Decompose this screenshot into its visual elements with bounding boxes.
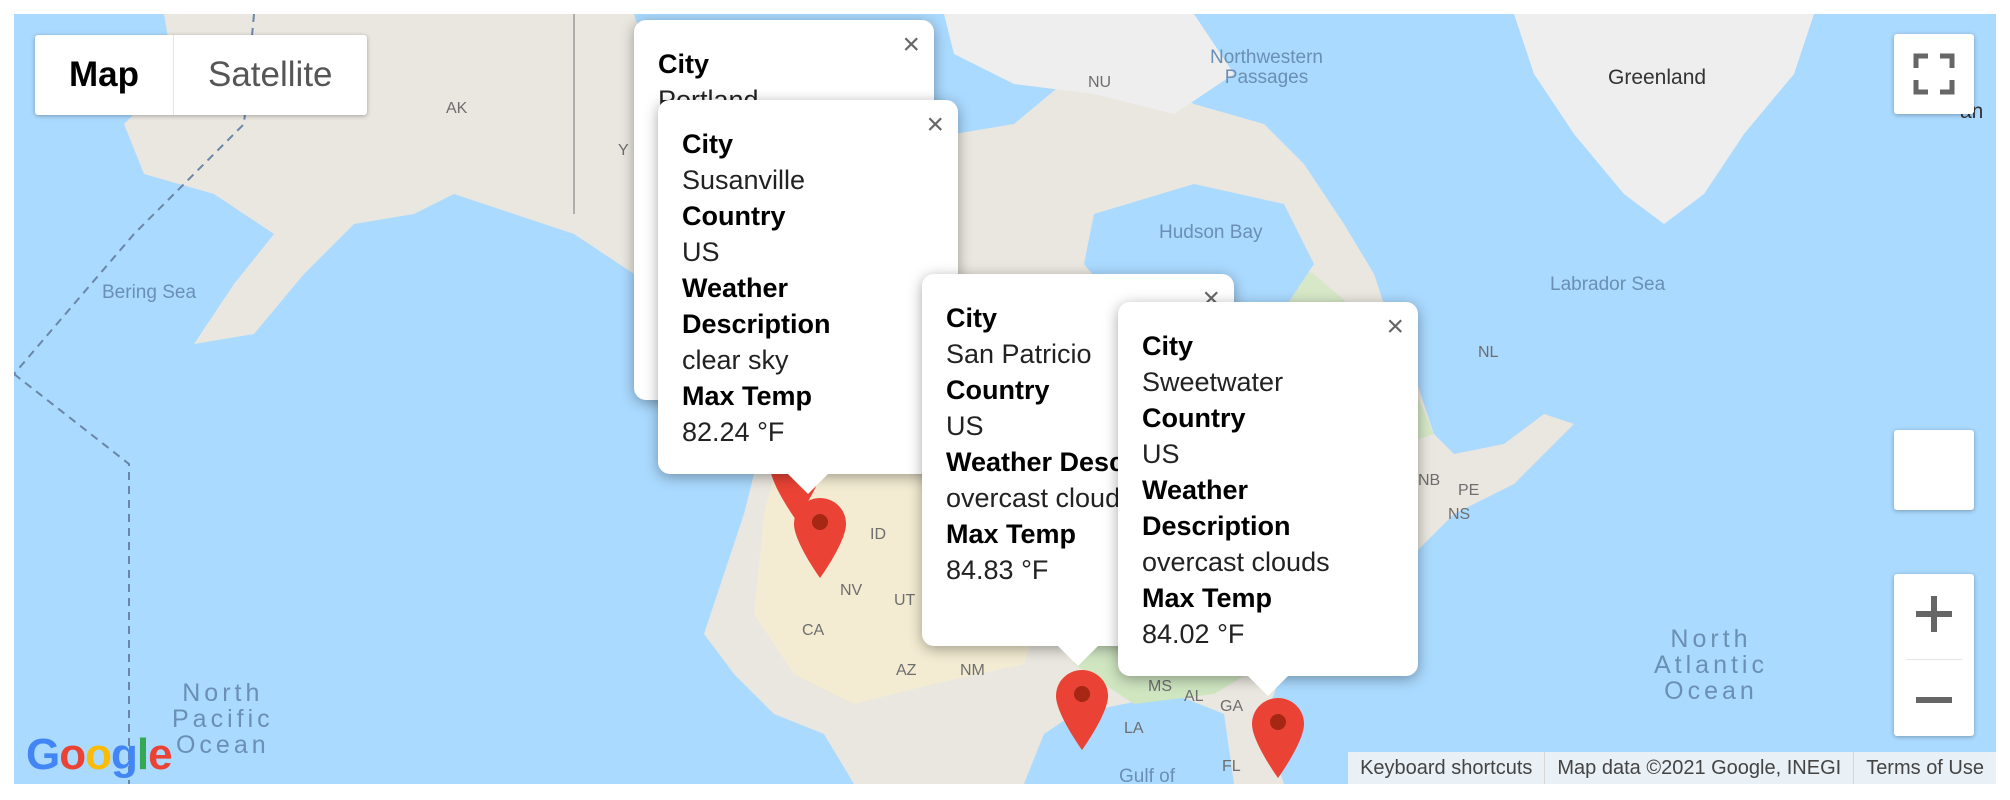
iw-desc: overcast clouds (1142, 547, 1330, 577)
label-nb: NB (1418, 472, 1441, 489)
label-yt: Y (618, 142, 629, 159)
label-bering-sea: Bering Sea (102, 282, 197, 303)
map-data-attribution: Map data ©2021 Google, INEGI (1544, 752, 1853, 784)
street-view-button[interactable] (1894, 430, 1974, 510)
iw-tail (788, 474, 828, 494)
keyboard-shortcuts-link[interactable]: Keyboard shortcuts (1348, 752, 1544, 784)
close-icon[interactable]: × (902, 30, 920, 60)
label-id: ID (870, 526, 886, 543)
iw-desc-label: Weather Description (682, 273, 831, 339)
iw-desc: clear sky (682, 345, 789, 375)
fullscreen-icon (1913, 53, 1955, 95)
iw-country: US (682, 237, 720, 267)
label-northwestern-passages: Northwestern Passages (1210, 47, 1323, 88)
iw-city: Susanville (682, 165, 806, 195)
label-fl: FL (1222, 758, 1241, 775)
label-ak: AK (446, 100, 468, 117)
iw-desc-label: Weather Description (1142, 475, 1291, 541)
zoom-control (1894, 574, 1974, 736)
label-nm: NM (960, 662, 985, 679)
iw-temp: 84.02 °F (1142, 619, 1245, 649)
iw-temp-label: Max Temp (682, 381, 813, 411)
infowindow-sweetwater: × City Sweetwater Country US Weather Des… (1118, 302, 1418, 696)
greenland-land (1514, 14, 1814, 224)
iw-city-label: City (1142, 331, 1194, 361)
fullscreen-button[interactable] (1894, 34, 1974, 114)
iw-country-label: Country (682, 201, 786, 231)
iw-country: US (1142, 439, 1180, 469)
marker-sweetwater-icon[interactable] (1252, 698, 1304, 778)
iw-tail (1248, 676, 1288, 696)
label-nu: NU (1088, 74, 1112, 91)
close-icon[interactable]: × (926, 110, 944, 140)
iw-temp: 82.24 °F (682, 417, 785, 447)
iw-temp-label: Max Temp (1142, 583, 1273, 613)
iw-city: Sweetwater (1142, 367, 1284, 397)
label-la: LA (1124, 720, 1144, 737)
map-type-map-button[interactable]: Map (35, 35, 174, 115)
label-north-pacific: North Pacific Ocean (172, 679, 274, 759)
label-hudson-bay: Hudson Bay (1159, 222, 1263, 243)
label-pe: PE (1458, 482, 1480, 499)
map-canvas[interactable]: Greenland Northwestern Passages Hudson B… (14, 14, 1996, 784)
google-logo: Google (26, 730, 173, 779)
label-nv: NV (840, 582, 863, 599)
label-ut: UT (894, 592, 916, 609)
label-nl: NL (1478, 344, 1499, 361)
zoom-in-icon[interactable] (1894, 574, 1974, 654)
label-az: AZ (896, 662, 917, 679)
infowindow-susanville: × City Susanville Country US Weather Des… (658, 100, 958, 494)
label-ms: MS (1148, 678, 1172, 695)
terms-of-use-link[interactable]: Terms of Use (1853, 752, 1996, 784)
label-al: AL (1184, 688, 1204, 705)
iw-city-label: City (682, 129, 734, 159)
zoom-out-icon[interactable] (1894, 660, 1974, 740)
map-type-satellite-button[interactable]: Satellite (174, 35, 367, 115)
close-icon[interactable]: × (1386, 312, 1404, 342)
label-labrador-sea: Labrador Sea (1550, 274, 1666, 295)
label-ga: GA (1220, 698, 1244, 715)
map-type-control: Map Satellite (35, 35, 367, 115)
marker-susanville-icon[interactable] (794, 498, 846, 578)
label-ca: CA (802, 622, 825, 639)
iw-city-label: City (658, 49, 710, 79)
map-footer: Keyboard shortcuts Map data ©2021 Google… (1348, 752, 1996, 784)
iw-tail (1058, 646, 1098, 666)
label-north-atlantic: North Atlantic Ocean (1654, 625, 1768, 705)
label-greenland: Greenland (1608, 66, 1707, 89)
label-gulf: Gulf of (1119, 766, 1175, 784)
iw-country-label: Country (1142, 403, 1246, 433)
label-ns: NS (1448, 506, 1471, 523)
marker-sanpatricio-icon[interactable] (1056, 670, 1108, 750)
